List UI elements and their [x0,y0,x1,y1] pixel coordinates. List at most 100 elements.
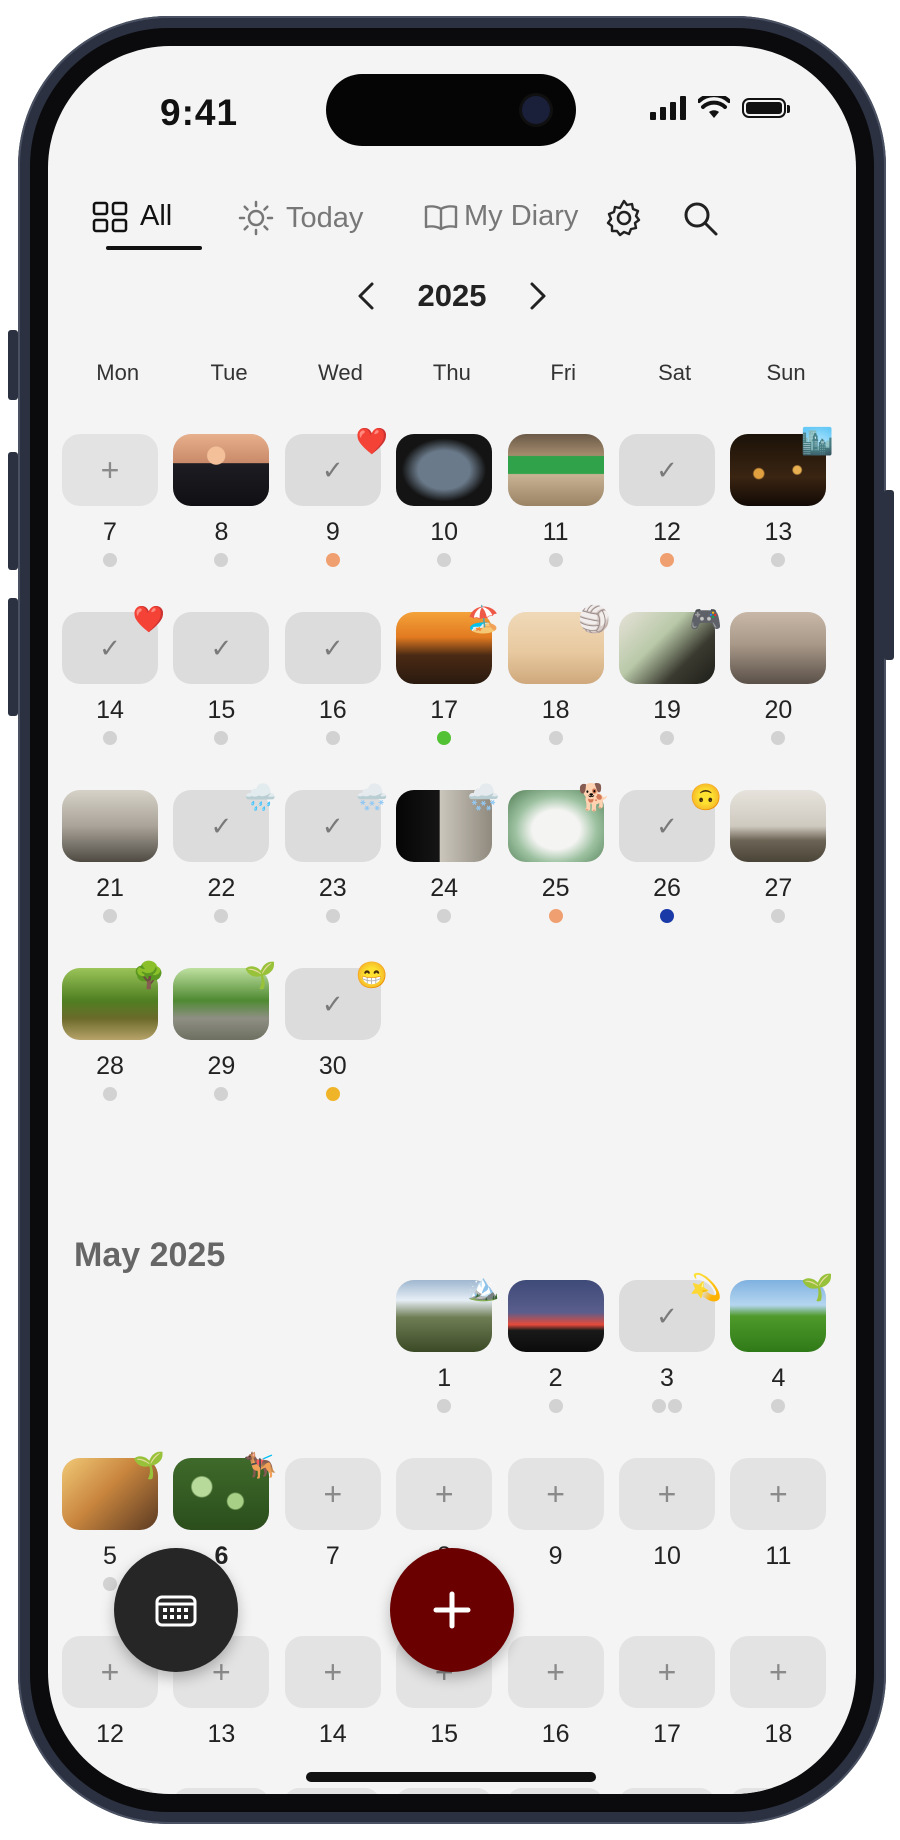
day-checked-tile[interactable]: ✓ [173,612,270,684]
mood-emoji-badge: 🏔️ [467,1272,500,1302]
day-photo-tile[interactable]: 🌱 [730,1272,834,1352]
day-photo-tile[interactable] [507,434,604,506]
day-number: 13 [207,1720,236,1748]
day-cell[interactable]: ✓ ❤️ 14 [62,604,165,745]
day-photo-tile[interactable] [730,612,827,684]
tab-all[interactable]: All [92,200,172,233]
sun-icon [238,200,274,236]
day-add-tile[interactable]: + [284,1636,381,1708]
day-add-tile[interactable]: + [730,1636,827,1708]
day-checked-tile[interactable]: ✓ [619,434,715,506]
checkmark-icon: ✓ [321,632,344,663]
day-cell[interactable]: 20 [730,612,828,745]
day-photo-tile[interactable]: 🏖️ [396,604,499,684]
day-cell[interactable]: 10 [396,434,494,567]
weekday-label: Sun [766,360,806,385]
day-cell[interactable]: +14 [284,1636,383,1749]
day-cell[interactable]: 🏙️ 13 [730,426,834,567]
day-number: 15 [430,1720,459,1748]
day-cell[interactable]: 🌱 29 [173,960,277,1101]
day-number: 24 [430,874,459,902]
day-cell[interactable]: 27 [730,790,828,923]
day-photo-tile[interactable] [173,434,270,506]
plus-icon: + [323,1475,343,1512]
search-icon[interactable] [680,198,720,238]
day-photo-tile[interactable]: 🌳 [62,960,165,1040]
day-add-tile[interactable]: + [507,1636,604,1708]
day-cell[interactable]: ✓ 💫 3 [619,1272,722,1413]
day-add-tile[interactable]: + [62,434,158,506]
day-checked-tile[interactable]: ✓ 😁 [284,960,388,1040]
day-photo-tile[interactable] [396,434,493,506]
tab-today[interactable]: Today [238,200,363,236]
day-photo-tile[interactable]: 🐕 [507,782,611,862]
day-cell[interactable]: ✓ 15 [173,612,271,745]
day-add-tile[interactable]: + [507,1458,604,1530]
day-checked-tile[interactable]: ✓ 🌨️ [284,782,388,862]
day-cell[interactable]: ✓ 😁 30 [284,960,388,1101]
day-cell[interactable]: 8 [173,434,271,567]
day-checked-tile[interactable]: ✓ 💫 [619,1272,722,1352]
chevron-left-icon[interactable] [352,278,382,314]
day-cell[interactable]: +16 [507,1636,606,1749]
day-cell[interactable]: +7 [62,434,160,567]
day-cell[interactable]: 🏐 18 [507,604,611,745]
day-cell[interactable]: +11 [730,1458,828,1571]
day-cell[interactable]: ✓ 12 [619,434,717,567]
tab-my-diary[interactable]: My Diary [424,200,578,233]
day-checked-tile[interactable]: ✓ [284,612,381,684]
day-cell[interactable]: +17 [619,1636,717,1749]
day-cell[interactable]: 🎮 19 [619,604,722,745]
day-cell[interactable]: +9 [507,1458,606,1571]
day-photo-tile[interactable] [507,1280,604,1352]
active-tab-indicator [106,246,202,250]
home-indicator [306,1772,596,1782]
day-cell[interactable]: ✓ 16 [284,612,383,745]
day-cell[interactable]: ✓ ❤️ 9 [284,426,388,567]
day-photo-tile[interactable] [730,790,827,862]
calendar-keyboard-button[interactable] [114,1548,238,1672]
day-cell[interactable]: 2 [507,1280,606,1413]
chevron-right-icon[interactable] [522,278,552,314]
day-cell[interactable]: +7 [284,1458,383,1571]
day-photo-tile[interactable]: 🏐 [507,604,611,684]
day-checked-tile[interactable]: ✓ ❤️ [284,426,388,506]
camera-icon [522,96,550,124]
day-add-tile[interactable]: + [284,1458,381,1530]
day-photo-tile[interactable]: 🏔️ [396,1272,499,1352]
day-cell[interactable]: 🌨️ 24 [396,782,499,923]
day-photo-tile[interactable]: 🌨️ [396,782,499,862]
entry-indicator [396,731,492,745]
day-photo-tile[interactable]: 🎮 [619,604,722,684]
day-photo-tile[interactable]: 🌱 [173,960,277,1040]
day-photo-tile[interactable]: 🏙️ [730,426,834,506]
day-cell[interactable]: 🏖️ 17 [396,604,499,745]
day-cell[interactable]: ✓ 🌨️ 23 [284,782,388,923]
day-add-tile[interactable]: + [396,1458,493,1530]
day-photo-tile[interactable]: 🐕‍🦺 [173,1450,277,1530]
entry-indicator [285,553,381,567]
day-checked-tile[interactable]: ✓ 🌧️ [173,782,277,862]
add-entry-button[interactable] [390,1548,514,1672]
day-number: 22 [207,874,236,902]
day-cell[interactable]: 🏔️ 1 [396,1272,499,1413]
day-photo-tile[interactable]: 🌱 [62,1450,165,1530]
day-add-tile[interactable]: + [730,1458,827,1530]
day-add-tile[interactable]: + [619,1636,715,1708]
gear-icon[interactable] [604,198,644,238]
day-cell[interactable]: 🌱 4 [730,1272,834,1413]
day-cell[interactable]: 🐕 25 [507,782,611,923]
day-cell[interactable]: +10 [619,1458,717,1571]
day-cell[interactable]: 🌳 28 [62,960,165,1101]
plus-icon: + [769,1653,788,1690]
day-checked-tile[interactable]: ✓ 🙃 [619,782,722,862]
day-photo-tile[interactable] [62,790,158,862]
day-cell[interactable]: 21 [62,790,160,923]
day-add-tile[interactable]: + [619,1458,715,1530]
day-cell[interactable]: +18 [730,1636,828,1749]
day-cell[interactable]: ✓ 🙃 26 [619,782,722,923]
day-cell[interactable]: ✓ 🌧️ 22 [173,782,277,923]
day-cell[interactable]: 11 [507,434,606,567]
entry-dot [325,553,340,567]
day-checked-tile[interactable]: ✓ ❤️ [62,604,165,684]
